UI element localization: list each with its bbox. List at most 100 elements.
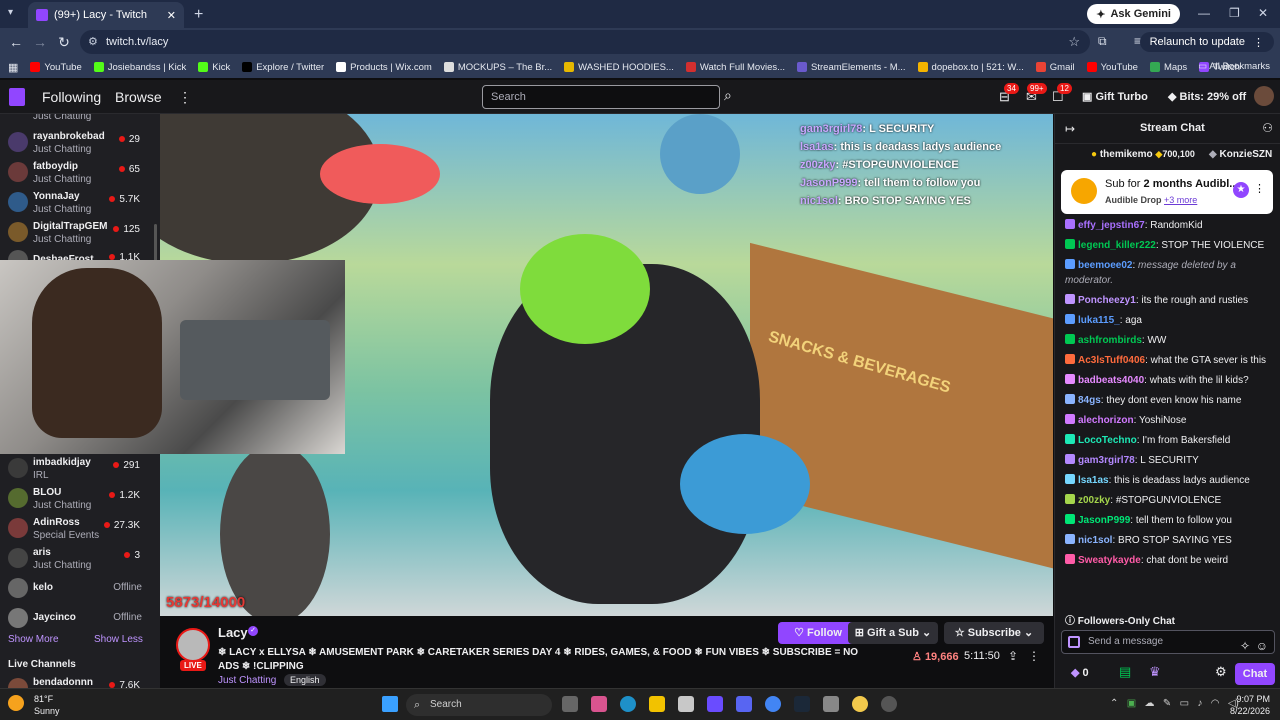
- ask-gemini-button[interactable]: ✦ Ask Gemini: [1087, 4, 1180, 24]
- channel-points-icon[interactable]: [1068, 636, 1080, 648]
- community-icon[interactable]: ⚇: [1262, 121, 1273, 135]
- bookmark-item[interactable]: Products | Wix.com: [336, 62, 432, 73]
- chat-username[interactable]: legend_killer222: [1078, 240, 1156, 251]
- taskbar-search[interactable]: ⌕ Search: [406, 694, 552, 716]
- show-less-link[interactable]: Show Less: [94, 634, 143, 645]
- bookmark-item[interactable]: StreamElements - M...: [797, 62, 906, 73]
- reload-icon[interactable]: ↻: [52, 34, 76, 51]
- battery-icon[interactable]: ▭: [1180, 698, 1189, 709]
- settings-gear-icon[interactable]: ⚙: [1215, 664, 1227, 680]
- live-channel-item[interactable]: bendadonnn 7.6K: [0, 674, 160, 688]
- bookmark-item[interactable]: Josiebandss | Kick: [93, 62, 186, 73]
- back-icon[interactable]: ←: [4, 34, 28, 50]
- search-icon[interactable]: ⌕: [724, 87, 732, 104]
- prediction-icon[interactable]: ▤: [1119, 664, 1131, 680]
- share-icon[interactable]: ⇪: [1008, 649, 1018, 663]
- more-options-icon[interactable]: ⋮: [1254, 182, 1265, 195]
- chevron-up-icon[interactable]: ⌃: [1110, 698, 1118, 709]
- wifi-icon[interactable]: ◠: [1211, 698, 1220, 709]
- copilot-icon[interactable]: [591, 696, 607, 712]
- bookmark-item[interactable]: MOCKUPS – The Br...: [443, 62, 552, 73]
- channel-points[interactable]: ◆ 0: [1071, 666, 1089, 679]
- steam-icon[interactable]: [794, 696, 810, 712]
- apps-grid-icon[interactable]: ▦: [8, 61, 18, 74]
- bookmark-item[interactable]: dopebox.to | 521: W...: [917, 62, 1024, 73]
- gift-leaderboard[interactable]: ● themikemo ◆700,100 ◆ KonzieSZN: [1055, 144, 1280, 168]
- extensions-icon[interactable]: ⧉: [1098, 34, 1107, 49]
- chat-username[interactable]: luka115_: [1078, 315, 1120, 326]
- sidebar-channel-item[interactable]: kelo Offline: [0, 574, 160, 604]
- sidebar-channel-item[interactable]: BLOU Just Chatting 1.2K: [0, 484, 160, 514]
- task-view-icon[interactable]: [562, 696, 578, 712]
- sidebar-scrollbar[interactable]: [154, 224, 157, 264]
- system-tray[interactable]: ⌃ ▣ ☁ ✎ ▭ ♪ ◠ ◁): [1110, 698, 1239, 709]
- browser-tab[interactable]: (99+) Lacy - Twitch ✕: [28, 2, 184, 28]
- audible-drop-banner[interactable]: Sub for 2 months Audibl... Audible Drop …: [1061, 170, 1273, 214]
- bookmark-item[interactable]: Kick: [198, 62, 230, 73]
- twitch-logo-icon[interactable]: [9, 88, 25, 106]
- maximize-icon[interactable]: ❐: [1229, 6, 1240, 20]
- new-tab-button[interactable]: +: [194, 6, 203, 24]
- tray-app-icon[interactable]: ▣: [1127, 698, 1136, 709]
- discord-icon[interactable]: [736, 696, 752, 712]
- close-tab-icon[interactable]: ✕: [167, 9, 176, 22]
- channel-name[interactable]: Lacy: [218, 625, 248, 640]
- chrome-icon[interactable]: [765, 696, 781, 712]
- chat-username[interactable]: gam3rgirl78: [1078, 455, 1135, 466]
- file-explorer-icon[interactable]: [649, 696, 665, 712]
- browse-link[interactable]: Browse: [115, 89, 162, 105]
- get-bits-button[interactable]: ◆ Bits: 29% off: [1168, 90, 1246, 103]
- app-icon[interactable]: [881, 696, 897, 712]
- gift-turbo-button[interactable]: ▣ Gift Turbo: [1082, 90, 1148, 103]
- settings-app-icon[interactable]: [823, 696, 839, 712]
- chat-username[interactable]: nic1sol: [1078, 535, 1112, 546]
- sidebar-channel-item[interactable]: aris Just Chatting 3: [0, 544, 160, 574]
- chat-input[interactable]: Send a message ✧ ☺: [1061, 630, 1275, 654]
- chat-username[interactable]: Poncheezy1: [1078, 295, 1136, 306]
- bookmark-item[interactable]: YouTube: [1086, 62, 1138, 73]
- address-bar[interactable]: ⚙ twitch.tv/lacy ☆: [80, 30, 1090, 54]
- sidebar-channel-item[interactable]: AdinRoss Special Events 27.3K: [0, 514, 160, 544]
- chat-send-button[interactable]: Chat: [1235, 663, 1275, 685]
- follow-button[interactable]: ♡ Follow: [778, 622, 858, 644]
- more-menu-icon[interactable]: ⋮: [178, 89, 192, 106]
- sidebar-channel-item[interactable]: rayanbrokebad Just Chatting 29: [0, 128, 160, 158]
- bookmark-star-icon[interactable]: ☆: [1068, 34, 1080, 50]
- bookmark-item[interactable]: Watch Full Movies...: [685, 62, 785, 73]
- sidebar-channel-item[interactable]: imbadkidjay IRL 291: [0, 454, 160, 484]
- chat-username[interactable]: Ac3lsTuff0406: [1078, 355, 1145, 366]
- sidebar-channel-item[interactable]: Jaycinco Offline: [0, 604, 160, 634]
- bookmark-item[interactable]: WASHED HOODIES...: [564, 62, 674, 73]
- language-tag[interactable]: English: [284, 674, 326, 686]
- site-info-icon[interactable]: ⚙: [88, 35, 98, 48]
- store-icon[interactable]: [678, 696, 694, 712]
- chat-username[interactable]: badbeats4040: [1078, 375, 1144, 386]
- bookmark-item[interactable]: Gmail: [1035, 62, 1075, 73]
- sidebar-channel-item[interactable]: YonnaJay Just Chatting 5.7K: [0, 188, 160, 218]
- chat-username[interactable]: z00zky: [1078, 495, 1110, 506]
- chat-username[interactable]: beemoee02: [1078, 260, 1132, 271]
- chat-username[interactable]: ashfrombirds: [1078, 335, 1142, 346]
- channel-avatar[interactable]: [176, 628, 210, 662]
- emote-picker-icon[interactable]: ☺: [1256, 635, 1268, 657]
- bookmark-item[interactable]: YouTube: [30, 62, 82, 73]
- bookmark-item[interactable]: Explore / Twitter: [242, 62, 324, 73]
- more-options-icon[interactable]: ⋮: [1028, 649, 1040, 663]
- close-window-icon[interactable]: ✕: [1258, 6, 1268, 20]
- sparkle-icon[interactable]: ✧: [1240, 635, 1250, 657]
- chat-username[interactable]: Sweatykayde: [1078, 555, 1141, 566]
- relaunch-button[interactable]: Relaunch to update ⋮: [1139, 32, 1274, 52]
- search-input[interactable]: Search: [482, 85, 720, 109]
- chrome-profile-icon[interactable]: [852, 696, 868, 712]
- bookmark-item[interactable]: Maps: [1149, 62, 1187, 73]
- chat-username[interactable]: LocoTechno: [1078, 435, 1137, 446]
- microphone-icon[interactable]: ♪: [1197, 698, 1202, 709]
- edge-icon[interactable]: [620, 696, 636, 712]
- sidebar-channel-item[interactable]: fatboydip Just Chatting 65: [0, 158, 160, 188]
- show-more-link[interactable]: Show More: [8, 634, 59, 645]
- collapse-chat-icon[interactable]: ↦: [1065, 122, 1075, 136]
- chat-username[interactable]: lsa1as: [1078, 475, 1109, 486]
- minimize-icon[interactable]: —: [1198, 6, 1210, 20]
- cloud-icon[interactable]: ☁: [1145, 698, 1155, 709]
- sidebar-channel-item[interactable]: DigitalTrapGEM Just Chatting 125: [0, 218, 160, 248]
